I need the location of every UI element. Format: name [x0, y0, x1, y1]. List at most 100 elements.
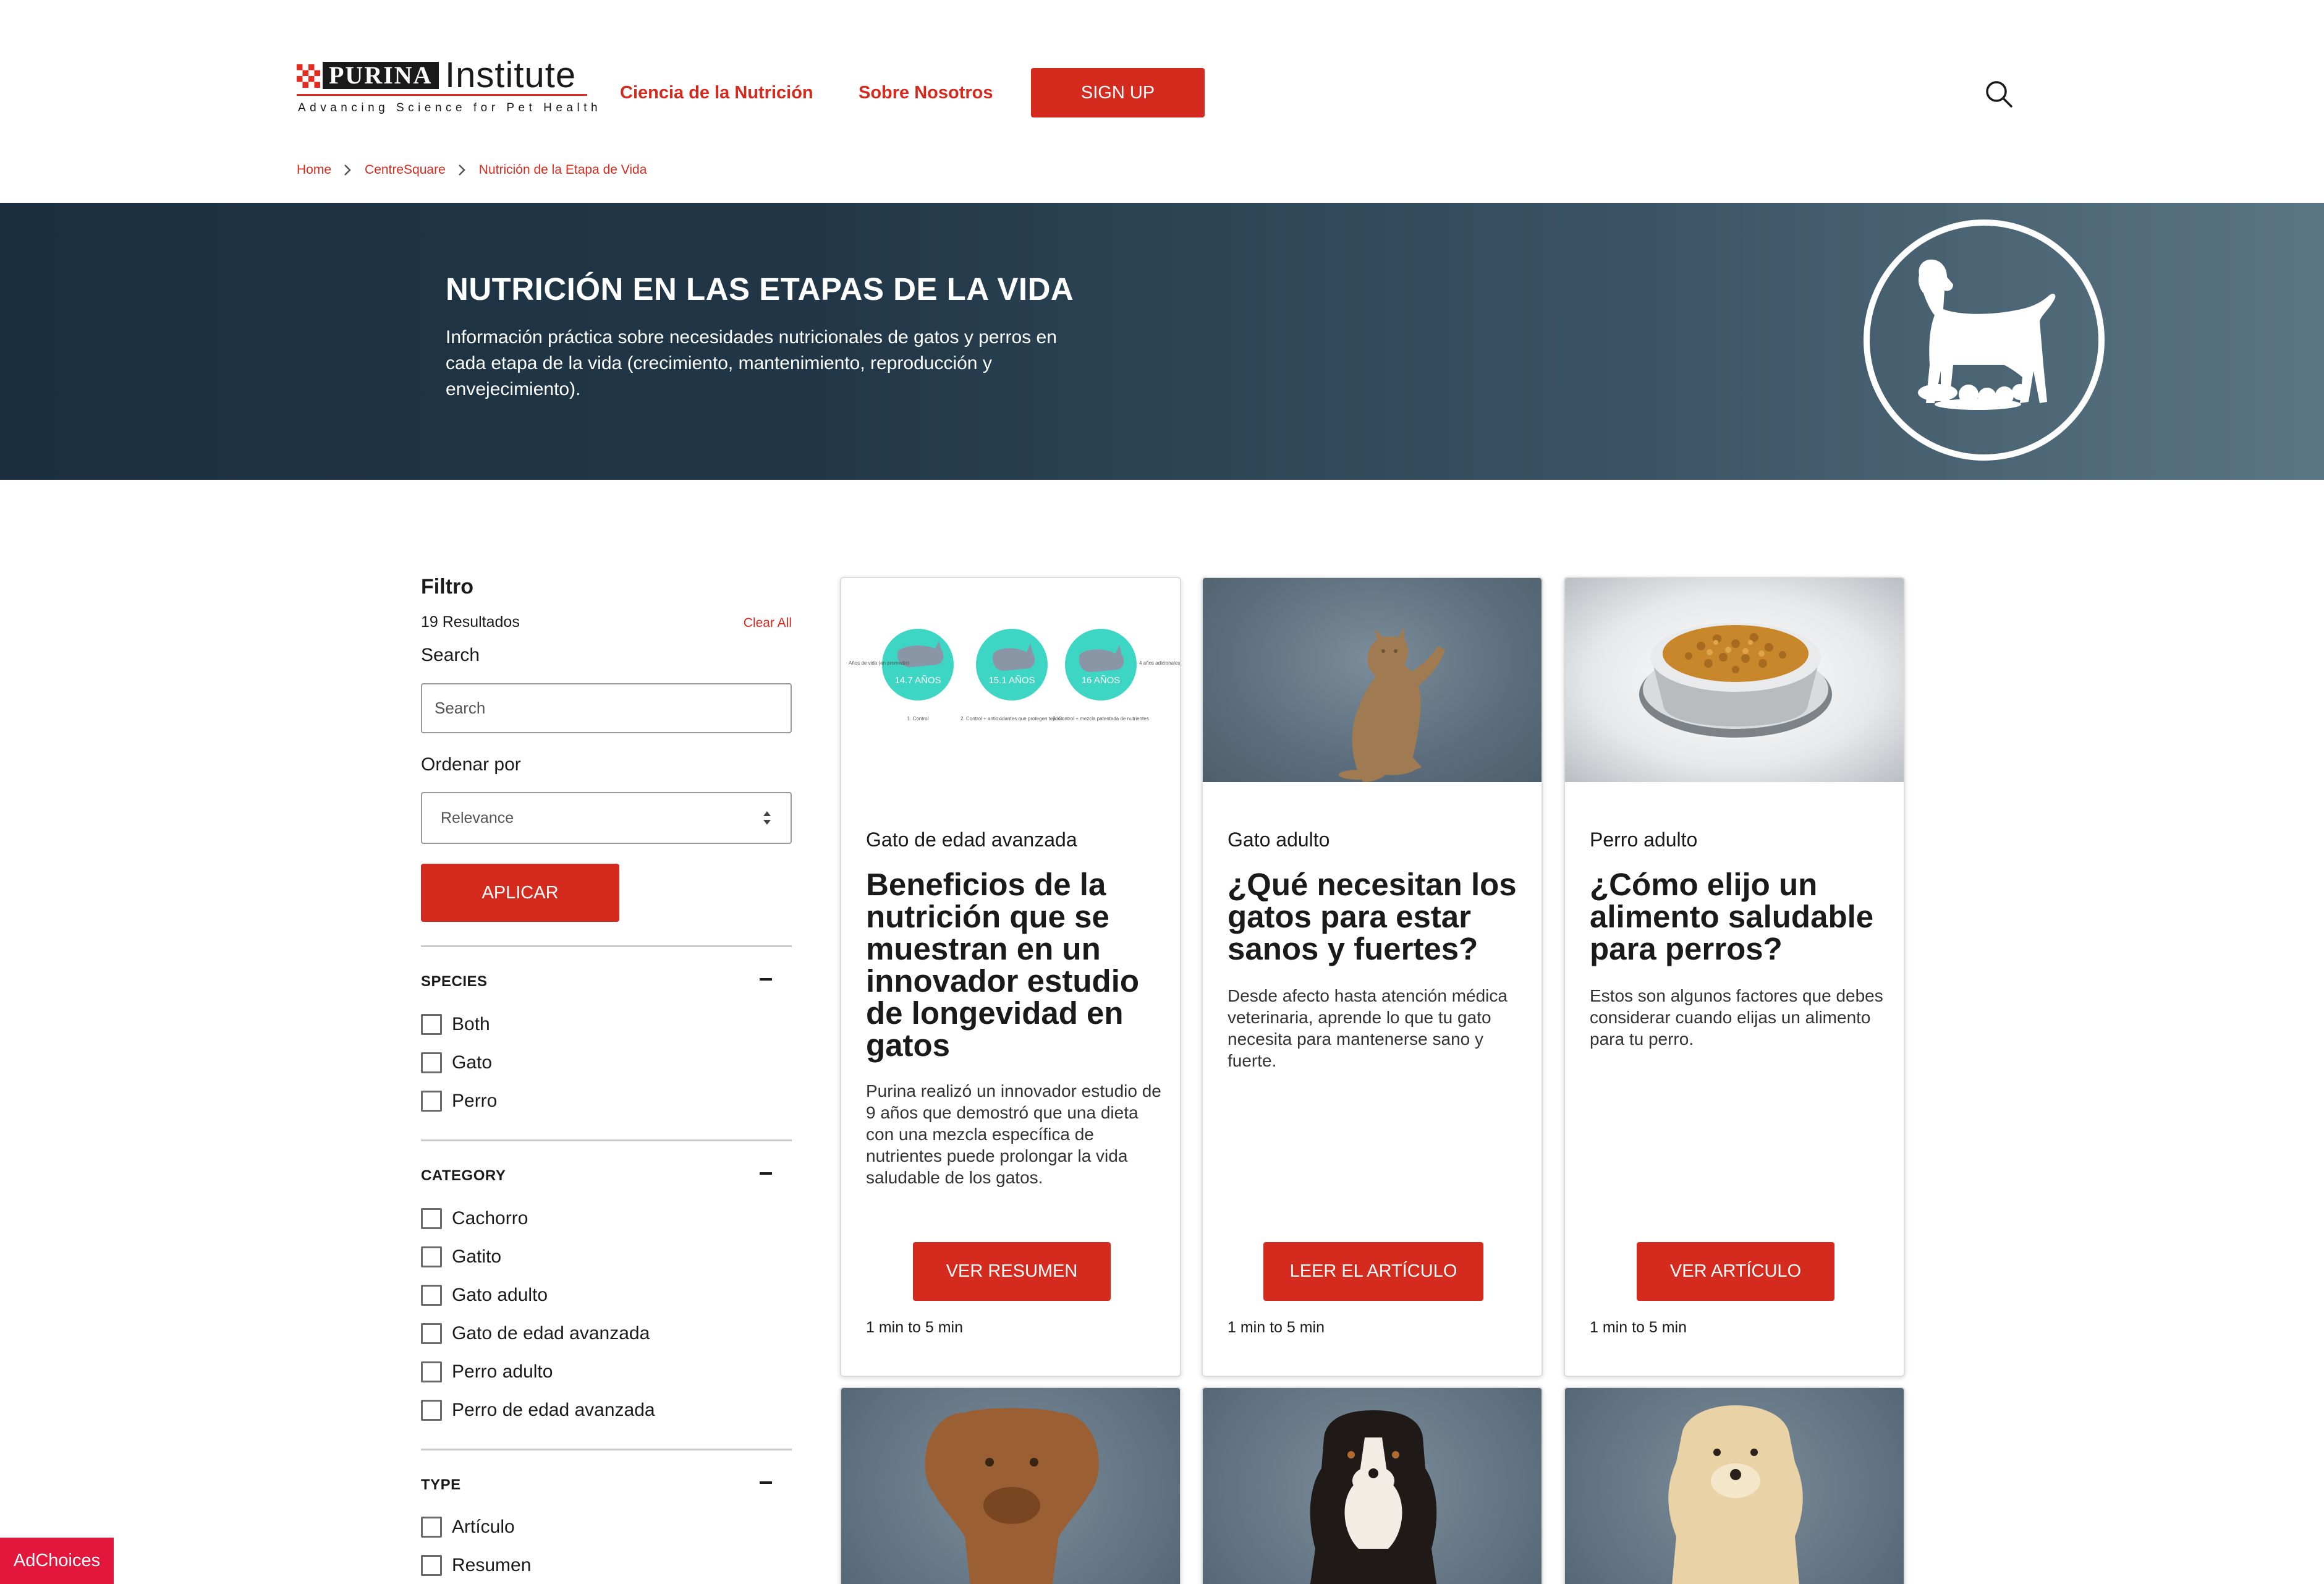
apply-button[interactable]: APLICAR [421, 864, 619, 922]
section-divider [421, 1139, 792, 1141]
adchoices-badge[interactable]: AdChoices [0, 1538, 114, 1584]
filter-option-resumen[interactable]: Resumen [421, 1553, 531, 1578]
infographic-side-left: Años de vida (en promedio) [849, 660, 910, 666]
search-icon[interactable] [1984, 79, 2014, 109]
filter-option-articulo[interactable]: Artículo [421, 1515, 515, 1539]
option-label: Perro adulto [452, 1361, 553, 1382]
checkbox[interactable] [421, 1052, 442, 1073]
collapse-minus-icon[interactable] [760, 1481, 772, 1484]
collapse-minus-icon[interactable] [760, 1172, 772, 1175]
logo-underline [297, 94, 587, 96]
option-label: Both [452, 1014, 490, 1034]
checkbox[interactable] [421, 1285, 442, 1306]
option-label: Resumen [452, 1555, 532, 1575]
hero-description: Información práctica sobre necesidades n… [446, 327, 1057, 399]
filter-option-perro[interactable]: Perro [421, 1089, 497, 1113]
category-section-header[interactable]: CATEGORY [421, 1162, 792, 1187]
age-label-3: 16 AÑOS [1082, 675, 1121, 686]
section-title-type: TYPE [421, 1476, 461, 1493]
dog-with-puppies-icon [1864, 219, 2105, 461]
option-label: Gato adulto [452, 1285, 548, 1305]
results-count: 19 Resultados [421, 613, 520, 631]
search-label: Search [421, 645, 480, 665]
checkbox[interactable] [421, 1208, 442, 1229]
checkbox[interactable] [421, 1014, 442, 1035]
checkerboard-icon [297, 64, 320, 88]
article-card[interactable] [1202, 1387, 1543, 1584]
section-divider [421, 945, 792, 947]
search-input[interactable] [421, 683, 792, 733]
checkbox[interactable] [421, 1517, 442, 1538]
breadcrumb-centresquare[interactable]: CentreSquare [365, 163, 446, 177]
card-category: Gato adulto [1228, 828, 1330, 851]
ver-articulo-button[interactable]: VER ARTÍCULO [1637, 1242, 1834, 1301]
checkbox[interactable] [421, 1323, 442, 1344]
breadcrumb-current: Nutrición de la Etapa de Vida [478, 163, 647, 177]
ver-resumen-button[interactable]: VER RESUMEN [913, 1242, 1111, 1301]
filter-option-gato[interactable]: Gato [421, 1050, 492, 1075]
checkbox[interactable] [421, 1246, 442, 1267]
chevron-right-icon [453, 163, 470, 177]
checkbox[interactable] [421, 1091, 442, 1112]
nav-link-ciencia[interactable]: Ciencia de la Nutrición [620, 82, 813, 104]
section-title-category: CATEGORY [421, 1167, 506, 1184]
card-title[interactable]: ¿Qué necesitan los gatos para estar sano… [1228, 869, 1530, 965]
nav-link-sobre-nosotros[interactable]: Sobre Nosotros [859, 82, 993, 104]
option-label: Perro de edad avanzada [452, 1400, 655, 1420]
filter-option-perro-edad-avanzada[interactable]: Perro de edad avanzada [421, 1398, 655, 1423]
filter-option-gatito[interactable]: Gatito [421, 1245, 501, 1269]
breadcrumb-home[interactable]: Home [297, 163, 331, 177]
age-label-2: 15.1 AÑOS [988, 675, 1035, 686]
filter-option-gato-edad-avanzada[interactable]: Gato de edad avanzada [421, 1321, 650, 1346]
card-category: Perro adulto [1590, 828, 1698, 851]
longevity-infographic-graphic: 14.7 AÑOS 15.1 AÑOS 16 AÑOS Años de vida… [849, 629, 1180, 722]
infographic-note-2: 2. Control + antioxidantes que protegen … [961, 716, 1063, 722]
collapse-minus-icon[interactable] [760, 978, 772, 981]
option-label: Artículo [452, 1517, 515, 1537]
order-select-value: Relevance [441, 809, 514, 827]
longevity-infographic: 14.7 AÑOS 15.1 AÑOS 16 AÑOS Años de vida… [841, 578, 1180, 782]
card-category: Gato de edad avanzada [866, 828, 1077, 851]
article-card[interactable] [840, 1387, 1181, 1584]
purina-institute-logo[interactable]: PURINA Institute Advancing Science for P… [297, 57, 598, 117]
order-label: Ordenar por [421, 754, 521, 775]
option-label: Gato de edad avanzada [452, 1323, 650, 1343]
filter-option-cachorro[interactable]: Cachorro [421, 1206, 528, 1231]
article-card[interactable]: Gato adulto ¿Qué necesitan los gatos par… [1202, 577, 1543, 1377]
article-card[interactable]: Perro adulto ¿Cómo elijo un alimento sal… [1564, 577, 1905, 1377]
food-bowl-graphic [1639, 623, 1832, 738]
checkbox[interactable] [421, 1361, 442, 1382]
site-header: PURINA Institute Advancing Science for P… [0, 0, 2324, 177]
golden-puppy-silhouette [1668, 1405, 1803, 1584]
checkbox[interactable] [421, 1400, 442, 1421]
order-select[interactable]: Relevance [421, 792, 792, 844]
card-read-time: 1 min to 5 min [1590, 1319, 1687, 1336]
article-card[interactable] [1564, 1387, 1905, 1584]
infographic-side-right: 4 años adicionales (en promedio) [1139, 660, 1180, 666]
type-section-header[interactable]: TYPE [421, 1471, 792, 1496]
section-divider [421, 1449, 792, 1450]
card-description: Desde afecto hasta atención médica veter… [1228, 986, 1508, 1070]
brown-dog-photo [841, 1388, 1180, 1584]
dog-food-bowl-photo [1565, 578, 1904, 782]
filter-option-gato-adulto[interactable]: Gato adulto [421, 1283, 548, 1308]
card-read-time: 1 min to 5 min [866, 1319, 964, 1336]
species-section-header[interactable]: SPECIES [421, 968, 792, 993]
filter-option-perro-adulto[interactable]: Perro adulto [421, 1360, 553, 1384]
signup-button[interactable]: SIGN UP [1031, 68, 1205, 117]
filter-option-both[interactable]: Both [421, 1012, 490, 1037]
article-card[interactable]: 14.7 AÑOS 15.1 AÑOS 16 AÑOS Años de vida… [840, 577, 1181, 1377]
brown-dog-silhouette [925, 1408, 1099, 1584]
card-title[interactable]: ¿Cómo elijo un alimento saludable para p… [1590, 869, 1893, 965]
cat-silhouette [1339, 628, 1445, 782]
checkbox[interactable] [421, 1555, 442, 1576]
section-title-species: SPECIES [421, 973, 488, 990]
card-title[interactable]: Beneficios de la nutrición que se muestr… [866, 869, 1169, 1062]
leer-articulo-button[interactable]: LEER EL ARTÍCULO [1263, 1242, 1483, 1301]
cat-photo [1203, 578, 1542, 782]
option-label: Gatito [452, 1246, 502, 1267]
clear-all-link[interactable]: Clear All [744, 616, 792, 631]
bernese-puppy-photo [1203, 1388, 1542, 1584]
hero-banner: NUTRICIÓN EN LAS ETAPAS DE LA VIDA Infor… [0, 203, 2324, 480]
golden-puppy-photo [1565, 1388, 1904, 1584]
